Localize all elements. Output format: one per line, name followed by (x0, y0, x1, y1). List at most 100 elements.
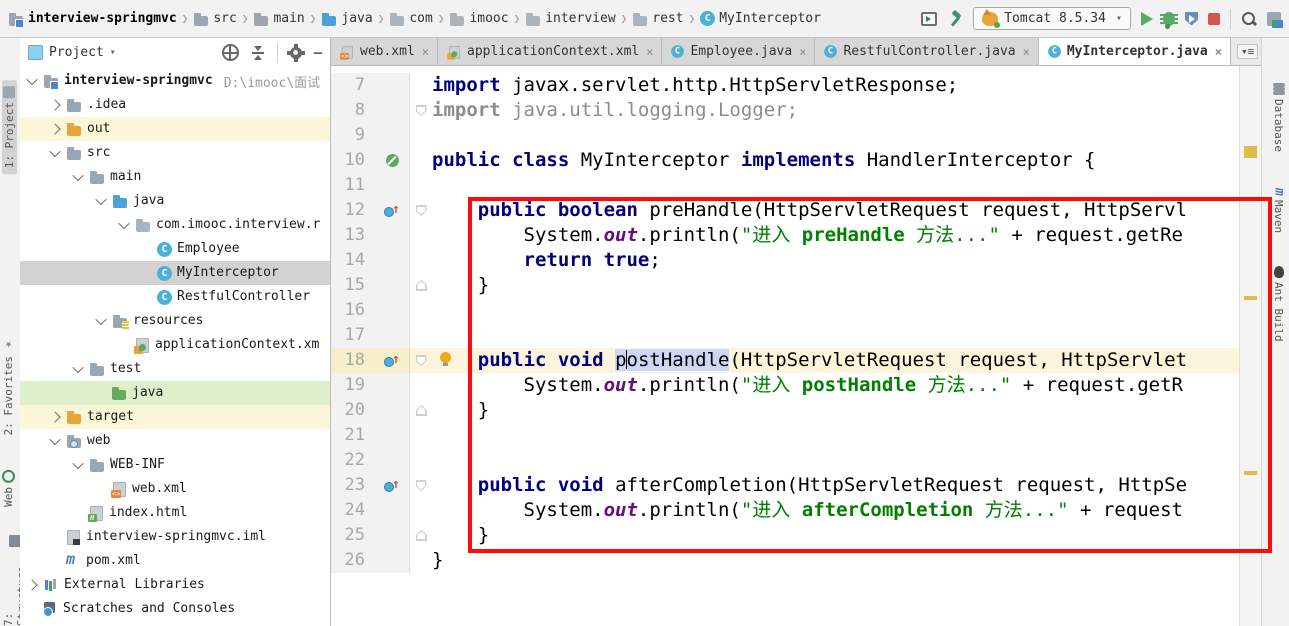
editor-tab-web-xml[interactable]: web.xml× (331, 38, 438, 65)
stripe-button-maven[interactable]: mMaven (1272, 188, 1285, 233)
tree-item-test[interactable]: test (20, 357, 330, 381)
tree-chevron-icon[interactable] (49, 411, 60, 422)
search-everywhere-button[interactable] (1241, 11, 1257, 27)
stripe-button-project[interactable]: 1: Project (2, 80, 17, 174)
intention-bulb-icon[interactable] (440, 352, 451, 363)
tree-item-scratches-and-consoles[interactable]: Scratches and Consoles (20, 597, 330, 621)
tree-item-applicationcontext-xm[interactable]: applicationContext.xm (20, 333, 330, 357)
code-editor[interactable]: 7import javax.servlet.http.HttpServletRe… (331, 66, 1240, 626)
editor-error-stripe[interactable] (1239, 66, 1262, 626)
stripe-button-database[interactable]: Database (1272, 83, 1285, 152)
coverage-button[interactable] (1185, 12, 1198, 26)
override-marker-icon[interactable] (384, 204, 400, 218)
run-config-select[interactable]: Tomcat 8.5.34 ▾ (973, 7, 1131, 30)
tab-options-icon[interactable]: ▾≡ (1237, 44, 1258, 59)
tree-item-java[interactable]: java (20, 381, 330, 405)
tree-item-java[interactable]: java (20, 189, 330, 213)
code-line-21[interactable]: 21 (331, 423, 1240, 448)
tree-item-pom-xml[interactable]: pom.xml (20, 549, 330, 573)
fold-marker-icon[interactable] (416, 480, 427, 491)
code-line-12[interactable]: 12 public boolean preHandle(HttpServletR… (331, 198, 1240, 223)
code-line-15[interactable]: 15 } (331, 273, 1240, 298)
fold-marker-icon[interactable] (416, 105, 427, 116)
editor-tab-restfulcontroller-java[interactable]: RestfulController.java× (815, 38, 1038, 65)
code-line-17[interactable]: 17 (331, 323, 1240, 348)
tree-item-restfulcontroller[interactable]: RestfulController (20, 285, 330, 309)
code-line-19[interactable]: 19 System.out.println("进入 postHandle 方法.… (331, 373, 1240, 398)
tree-chevron-icon[interactable] (72, 170, 83, 181)
project-structure-button[interactable] (1267, 12, 1281, 26)
tree-item-main[interactable]: main (20, 165, 330, 189)
tree-item-myinterceptor[interactable]: MyInterceptor (20, 261, 330, 285)
tree-item--idea[interactable]: .idea (20, 93, 330, 117)
breadcrumb-item[interactable]: MyInterceptor (700, 11, 821, 27)
fold-marker-icon[interactable] (416, 205, 427, 216)
fold-marker-icon[interactable] (416, 530, 427, 541)
tree-item-interview-springmvc[interactable]: interview-springmvcD:\imooc\面试 (20, 69, 330, 93)
editor-tab-employee-java[interactable]: Employee.java× (662, 38, 815, 65)
tree-item-external-libraries[interactable]: External Libraries (20, 573, 330, 597)
tree-chevron-icon[interactable] (49, 99, 60, 110)
tree-item-com-imooc-interview-r[interactable]: com.imooc.interview.r (20, 213, 330, 237)
breadcrumb-item[interactable]: java (321, 11, 372, 27)
tree-chevron-icon[interactable] (118, 218, 129, 229)
fold-marker-icon[interactable] (416, 405, 427, 416)
code-line-22[interactable]: 22 (331, 448, 1240, 473)
stop-button[interactable] (1208, 13, 1220, 25)
code-line-23[interactable]: 23 public void afterCompletion(HttpServl… (331, 473, 1240, 498)
project-view-selector[interactable]: Project ▾ (28, 45, 116, 60)
code-line-13[interactable]: 13 System.out.println("进入 preHandle 方法..… (331, 223, 1240, 248)
stripe-button-web[interactable]: Web (2, 470, 15, 507)
stripe-button-ant[interactable]: Ant Build (1272, 266, 1285, 342)
tree-chevron-icon[interactable] (49, 146, 60, 157)
breadcrumb-item[interactable]: rest (632, 11, 683, 27)
tab-close-icon[interactable]: × (799, 45, 806, 59)
breadcrumb-item[interactable]: imooc (449, 11, 508, 27)
code-line-14[interactable]: 14 return true; (331, 248, 1240, 273)
code-line-26[interactable]: 26} (331, 548, 1240, 573)
tree-chevron-icon[interactable] (49, 434, 60, 445)
tab-close-icon[interactable]: × (422, 45, 429, 59)
editor-tab-applicationcontext-xml[interactable]: applicationContext.xml× (438, 38, 662, 65)
tree-item-resources[interactable]: resources (20, 309, 330, 333)
tree-chevron-icon[interactable] (95, 194, 106, 205)
debug-button[interactable] (1163, 12, 1175, 26)
code-line-11[interactable]: 11 (331, 173, 1240, 198)
tree-item-target[interactable]: target (20, 405, 330, 429)
code-line-9[interactable]: 9 (331, 123, 1240, 148)
breadcrumb-item[interactable]: src (193, 11, 236, 27)
code-line-24[interactable]: 24 System.out.println("进入 afterCompletio… (331, 498, 1240, 523)
collapse-all-icon[interactable] (251, 46, 265, 60)
fold-marker-icon[interactable] (416, 355, 427, 366)
build-hammer-icon[interactable] (947, 11, 963, 27)
tree-chevron-icon[interactable] (95, 314, 106, 325)
tab-close-icon[interactable]: × (1023, 45, 1030, 59)
code-line-8[interactable]: 8import java.util.logging.Logger; (331, 98, 1240, 123)
code-line-10[interactable]: 10public class MyInterceptor implements … (331, 148, 1240, 173)
code-line-7[interactable]: 7import javax.servlet.http.HttpServletRe… (331, 73, 1240, 98)
class-marker-icon[interactable] (386, 154, 399, 167)
locate-file-icon[interactable] (222, 44, 239, 61)
tree-chevron-icon[interactable] (26, 579, 37, 590)
breadcrumb-item[interactable]: interview-springmvc (8, 11, 177, 27)
override-marker-icon[interactable] (384, 479, 400, 493)
run-button[interactable] (1141, 12, 1153, 26)
run-window-icon[interactable] (921, 12, 937, 26)
tree-item-employee[interactable]: Employee (20, 237, 330, 261)
breadcrumb-item[interactable]: interview (525, 11, 615, 27)
override-marker-icon[interactable] (384, 354, 400, 368)
tree-chevron-icon[interactable] (72, 362, 83, 373)
tree-item-web-inf[interactable]: WEB-INF (20, 453, 330, 477)
tab-close-icon[interactable]: × (646, 45, 653, 59)
code-line-20[interactable]: 20 } (331, 398, 1240, 423)
editor-tab-myinterceptor-java[interactable]: MyInterceptor.java× (1039, 38, 1231, 65)
stripe-button-favorites[interactable]: 2: Favorites★ (2, 338, 15, 435)
tree-chevron-icon[interactable] (26, 74, 37, 85)
tree-item-out[interactable]: out (20, 117, 330, 141)
tree-item-src[interactable]: src (20, 141, 330, 165)
code-line-16[interactable]: 16 (331, 298, 1240, 323)
hide-panel-icon[interactable]: — (314, 46, 322, 60)
code-line-25[interactable]: 25 } (331, 523, 1240, 548)
tree-chevron-icon[interactable] (72, 458, 83, 469)
breadcrumb-item[interactable]: main (253, 11, 304, 27)
